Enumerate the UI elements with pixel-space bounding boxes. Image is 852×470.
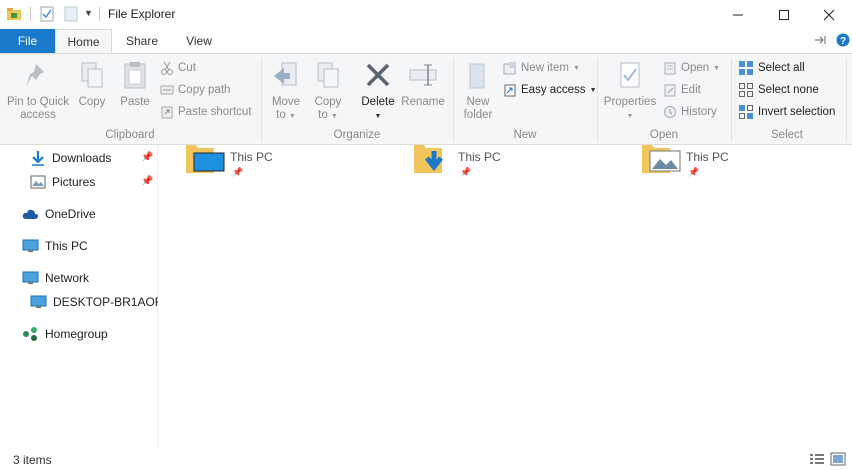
title-bar: ▼ File Explorer xyxy=(0,0,852,29)
downloads-icon xyxy=(32,151,44,166)
edit-button[interactable]: Edit xyxy=(663,81,701,99)
customize-quick-access-icon[interactable]: ▼ xyxy=(84,8,93,18)
easy-access-icon xyxy=(504,84,516,97)
tab-view[interactable]: View xyxy=(172,29,226,53)
onedrive-cloud-icon xyxy=(22,209,39,219)
help-icon[interactable]: ? xyxy=(836,33,850,50)
new-folder-quick-icon[interactable] xyxy=(64,6,78,25)
ribbon-tabs: File Home Share View ? xyxy=(0,29,852,54)
select-none-button[interactable]: Select none xyxy=(738,81,819,99)
new-item-button[interactable]: New item ▼ xyxy=(503,59,580,77)
ribbon-home: Pin to Quick access Copy Paste Cut Copy … xyxy=(0,53,852,145)
file-list: This PC 📌 This PC 📌 This PC 📌 xyxy=(158,145,852,447)
list-item[interactable]: This PC 📌 xyxy=(640,145,840,185)
paste-icon xyxy=(124,62,146,89)
folder-app-icon xyxy=(6,6,22,25)
large-icons-view-icon[interactable] xyxy=(830,452,846,469)
cut-button[interactable]: Cut xyxy=(160,59,196,77)
network-icon xyxy=(22,271,39,284)
pin-icon[interactable]: 📌 xyxy=(141,152,153,163)
nav-item-downloads[interactable]: Downloads xyxy=(30,148,111,168)
expand-ribbon-icon[interactable] xyxy=(813,34,827,49)
group-label-new: New xyxy=(513,129,537,141)
group-label-organize: Organize xyxy=(333,129,381,141)
nav-item-this-pc[interactable]: This PC xyxy=(22,236,88,256)
pictures-icon xyxy=(30,175,46,189)
select-all-icon xyxy=(739,61,753,75)
copy-icon xyxy=(81,62,103,88)
nav-item-onedrive[interactable]: OneDrive xyxy=(22,204,96,224)
new-folder-button[interactable]: New folder xyxy=(458,58,498,122)
nav-item-pictures[interactable]: Pictures xyxy=(30,172,95,192)
new-item-icon xyxy=(503,62,516,75)
window-title: File Explorer xyxy=(108,7,176,21)
history-icon xyxy=(664,106,676,118)
invert-selection-icon xyxy=(739,105,753,119)
properties-icon xyxy=(620,62,640,88)
pin-icon: 📌 xyxy=(232,167,244,177)
copy-path-icon xyxy=(160,85,174,95)
pin-icon xyxy=(26,64,44,86)
invert-selection-button[interactable]: Invert selection xyxy=(738,103,835,121)
history-button[interactable]: History xyxy=(663,103,717,121)
status-bar: 3 items xyxy=(0,447,852,470)
item-location: This PC xyxy=(230,150,273,164)
delete-button[interactable]: Delete ▼ xyxy=(358,58,398,123)
paste-button[interactable]: Paste xyxy=(116,58,154,109)
new-folder-icon xyxy=(469,63,485,89)
pin-icon[interactable]: 📌 xyxy=(141,176,153,187)
nav-item-homegroup[interactable]: Homegroup xyxy=(22,324,108,344)
delete-x-icon xyxy=(366,63,390,87)
edit-icon xyxy=(664,84,676,97)
group-label-clipboard: Clipboard xyxy=(105,129,155,141)
minimize-button[interactable] xyxy=(715,0,761,29)
copy-to-button[interactable]: Copy to ▼ xyxy=(310,58,346,123)
properties-quick-icon[interactable] xyxy=(40,6,54,25)
downloads-folder-icon xyxy=(414,145,443,173)
pin-icon: 📌 xyxy=(688,167,700,177)
item-location: This PC xyxy=(686,150,729,164)
tab-file[interactable]: File xyxy=(0,29,55,53)
computer-icon xyxy=(30,295,47,308)
copy-to-icon xyxy=(317,62,339,88)
list-item[interactable]: This PC 📌 xyxy=(184,145,384,185)
group-label-open: Open xyxy=(649,129,679,141)
move-to-button[interactable]: Move to ▼ xyxy=(268,58,304,123)
paste-shortcut-icon xyxy=(161,106,173,119)
pin-icon: 📌 xyxy=(460,167,472,177)
group-label-select: Select xyxy=(771,129,803,141)
navigation-pane: Downloads 📌 Pictures 📌 OneDrive This PC … xyxy=(0,145,171,447)
properties-button[interactable]: Properties ▼ xyxy=(602,58,658,123)
maximize-button[interactable] xyxy=(761,0,807,29)
easy-access-button[interactable]: Easy access ▼ xyxy=(503,81,597,99)
open-button[interactable]: Open ▼ xyxy=(663,59,720,77)
nav-item-desktop-br1aore[interactable]: DESKTOP-BR1AORE xyxy=(30,292,171,312)
details-view-icon[interactable] xyxy=(809,452,825,469)
paste-shortcut-button[interactable]: Paste shortcut xyxy=(160,103,252,121)
copy-path-button[interactable]: Copy path xyxy=(160,81,230,99)
select-all-button[interactable]: Select all xyxy=(738,59,805,77)
select-none-icon xyxy=(739,83,753,97)
pictures-folder-icon xyxy=(642,145,681,173)
rename-button[interactable]: Rename xyxy=(400,58,446,109)
item-count: 3 items xyxy=(13,453,52,467)
tab-home[interactable]: Home xyxy=(55,29,112,54)
item-location: This PC xyxy=(458,150,501,164)
pin-to-quick-access-button[interactable]: Pin to Quick access xyxy=(4,58,72,122)
homegroup-icon xyxy=(23,327,37,341)
list-item[interactable]: This PC 📌 xyxy=(412,145,612,185)
close-button[interactable] xyxy=(806,0,852,29)
this-pc-monitor-icon xyxy=(22,239,39,252)
tab-share[interactable]: Share xyxy=(112,29,172,53)
desktop-folder-icon xyxy=(186,145,225,173)
move-to-icon xyxy=(274,62,297,86)
scissors-icon xyxy=(161,61,173,75)
nav-item-network[interactable]: Network xyxy=(22,268,89,288)
rename-icon xyxy=(409,64,437,86)
open-icon xyxy=(664,62,676,75)
copy-button[interactable]: Copy xyxy=(74,58,110,109)
svg-text:?: ? xyxy=(840,36,846,47)
